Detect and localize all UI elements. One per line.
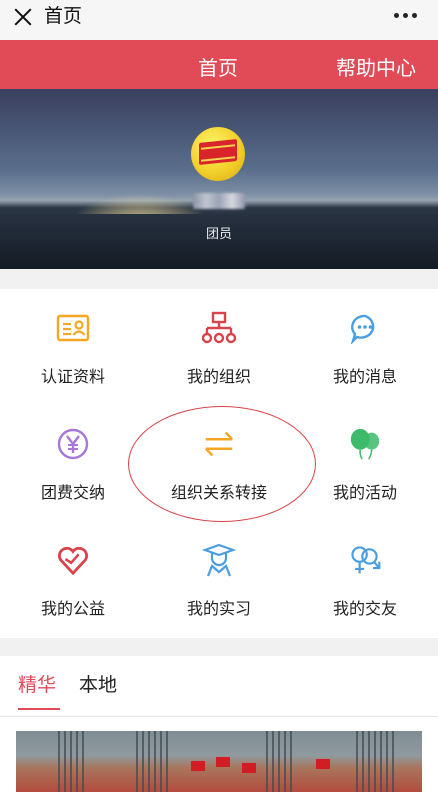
profile-banner: 团员: [0, 89, 438, 269]
window-title: 首页: [44, 5, 83, 27]
grid-item-label: 我的公益: [40, 599, 105, 618]
flag-icon: [199, 139, 237, 165]
chat-bubble-icon: [348, 311, 382, 345]
nav-home[interactable]: 首页: [198, 52, 238, 81]
grid-item-public-welfare[interactable]: 我的公益: [0, 521, 146, 637]
heart-hands-icon: [56, 543, 90, 577]
id-card-icon: [56, 311, 90, 345]
grid-item-label: 组织关系转接: [170, 483, 267, 502]
feed-thumbnail[interactable]: [16, 731, 422, 792]
grid-item-activities[interactable]: 我的活动: [292, 405, 438, 521]
grid-item-organization[interactable]: 我的组织: [146, 289, 292, 405]
grid-item-transfer[interactable]: 组织关系转接: [146, 405, 292, 521]
grid-item-label: 认证资料: [40, 367, 105, 386]
grid-item-messages[interactable]: 我的消息: [292, 289, 438, 405]
grid-item-internship[interactable]: 我的实习: [146, 521, 292, 637]
tab-local[interactable]: 本地: [79, 670, 117, 697]
content-tabs: 精华 本地: [0, 656, 438, 717]
feed-list: [0, 717, 438, 792]
grid-item-friends[interactable]: 我的交友: [292, 521, 438, 637]
grid-item-label: 我的组织: [186, 367, 251, 386]
yuan-coin-icon: [56, 427, 90, 461]
tab-featured[interactable]: 精华: [18, 670, 56, 697]
grid-item-label: 我的消息: [332, 367, 397, 386]
active-tab-indicator: [18, 708, 60, 710]
function-grid: 认证资料 我的组织 我的消息 团费交纳 组织关系转接 我的活动 我的公益 我的实…: [0, 289, 438, 638]
transfer-arrows-icon: [202, 427, 236, 461]
gender-symbols-icon: [348, 543, 382, 577]
grid-item-label: 团费交纳: [40, 483, 105, 502]
grid-item-label: 我的活动: [332, 483, 397, 502]
close-icon[interactable]: [12, 6, 34, 28]
more-icon[interactable]: [394, 13, 418, 19]
graduate-icon: [202, 543, 236, 577]
nav-help-center[interactable]: 帮助中心: [336, 52, 416, 81]
org-chart-icon: [202, 311, 236, 345]
league-badge-avatar[interactable]: [191, 127, 245, 181]
balloons-icon: [348, 427, 382, 461]
grid-item-certification[interactable]: 认证资料: [0, 289, 146, 405]
main-nav: 首页 帮助中心: [0, 40, 438, 89]
top-bar: 首页: [0, 0, 438, 40]
grid-item-label: 我的交友: [332, 599, 397, 618]
blurred-username: [193, 193, 245, 209]
member-role: 团员: [205, 227, 232, 242]
grid-item-label: 我的实习: [186, 599, 251, 618]
grid-item-league-fee[interactable]: 团费交纳: [0, 405, 146, 521]
